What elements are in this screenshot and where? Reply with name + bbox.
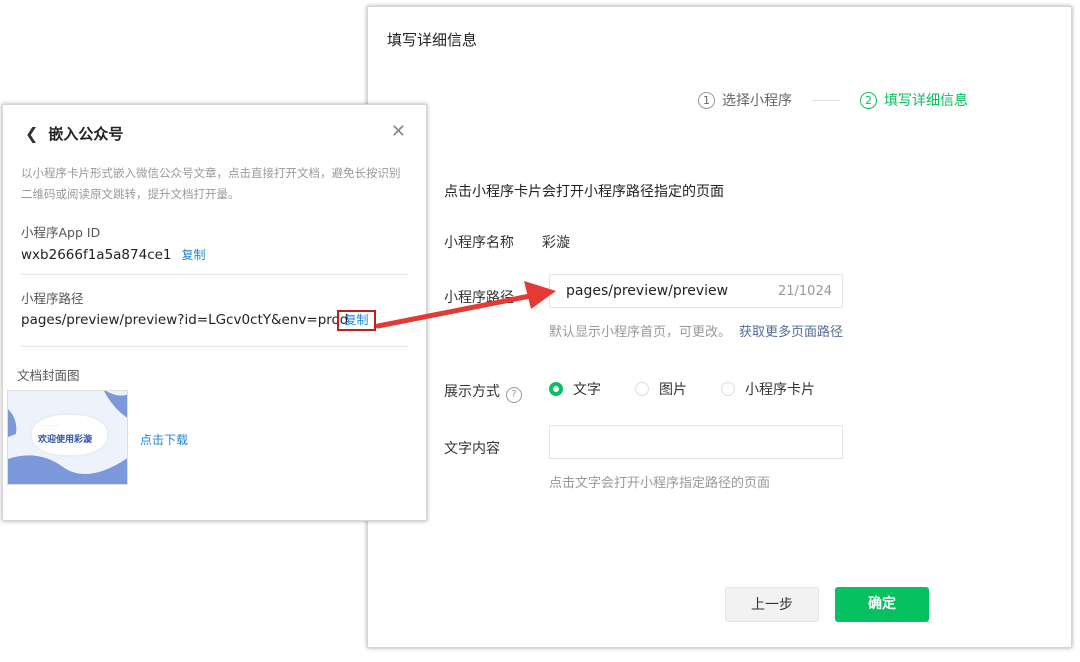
path-hint-text: 默认显示小程序首页，可更改。 xyxy=(549,325,732,340)
close-icon[interactable]: ✕ xyxy=(391,121,406,142)
copy-path-button[interactable]: 复制 xyxy=(337,310,376,331)
appid-row: wxb2666f1a5a874ce1 复制 xyxy=(21,246,206,263)
text-content-label: 文字内容 xyxy=(444,441,500,457)
display-mode-label: 展示方式? xyxy=(444,381,522,403)
miniprogram-path-input[interactable]: pages/preview/preview 21/1024 xyxy=(549,274,843,308)
confirm-button[interactable]: 确定 xyxy=(835,587,929,622)
radio-circle-checked xyxy=(549,382,563,396)
text-content-input[interactable] xyxy=(549,425,843,459)
chevron-left-icon[interactable]: ❮ xyxy=(25,124,38,143)
miniprogram-name-value: 彩漩 xyxy=(542,235,570,251)
radio-card-label: 小程序卡片 xyxy=(745,382,815,398)
radio-text-label: 文字 xyxy=(573,382,601,398)
path-value: pages/preview/preview?id=LGcv0ctY&env=pr… xyxy=(21,312,349,328)
radio-card[interactable]: 小程序卡片 xyxy=(721,379,815,399)
step-label-1: 选择小程序 xyxy=(722,93,792,109)
copy-appid-button[interactable]: 复制 xyxy=(182,248,206,262)
card-description: 点击小程序卡片会打开小程序路径指定的页面 xyxy=(444,184,724,200)
step-number-2: 2 xyxy=(860,91,877,109)
cover-title: 欢迎使用彩漩 xyxy=(38,435,93,445)
detail-dialog: 填写详细信息 1 选择小程序 2 填写详细信息 点击小程序卡片会打开小程序路径指… xyxy=(367,6,1072,648)
path-hint: 默认显示小程序首页，可更改。 获取更多页面路径 xyxy=(549,321,843,340)
path-input-value: pages/preview/preview xyxy=(566,283,729,299)
panel-title: 嵌入公众号 xyxy=(48,125,124,143)
step-2: 2 填写详细信息 xyxy=(860,90,968,110)
step-number-1: 1 xyxy=(698,91,715,109)
display-mode-text: 展示方式 xyxy=(444,384,500,400)
step-indicator: 1 选择小程序 2 填写详细信息 xyxy=(698,89,968,111)
divider xyxy=(21,274,409,275)
radio-circle xyxy=(635,382,649,396)
cover-image: · · · · · · · · · 欢迎使用彩漩 xyxy=(7,390,128,485)
download-cover-link[interactable]: 点击下载 xyxy=(140,431,188,448)
divider xyxy=(21,346,409,347)
radio-image[interactable]: 图片 xyxy=(635,379,687,399)
cover-label: 文档封面图 xyxy=(17,368,80,383)
path-label: 小程序路径 xyxy=(21,291,84,306)
miniprogram-path-label: 小程序路径 xyxy=(444,290,514,306)
panel-description: 以小程序卡片形式嵌入微信公众号文章，点击直接打开文档，避免长按识别二维码或阅读原… xyxy=(21,166,401,201)
question-circle-icon[interactable]: ? xyxy=(506,387,522,403)
cover-subtitle-graphic: · · · · · · · · · xyxy=(38,423,60,428)
radio-image-label: 图片 xyxy=(659,382,687,398)
step-label-2: 填写详细信息 xyxy=(884,93,968,109)
prev-step-button[interactable]: 上一步 xyxy=(725,587,819,622)
appid-label: 小程序App ID xyxy=(21,225,101,240)
radio-text[interactable]: 文字 xyxy=(549,379,601,399)
step-1: 1 选择小程序 xyxy=(698,90,792,110)
display-mode-radio-group: 文字 图片 小程序卡片 xyxy=(549,379,849,399)
radio-circle xyxy=(721,382,735,396)
path-char-count: 21/1024 xyxy=(777,283,832,299)
appid-value: wxb2666f1a5a874ce1 xyxy=(21,247,172,263)
more-paths-link[interactable]: 获取更多页面路径 xyxy=(739,325,843,340)
panel-header: ❮ 嵌入公众号 xyxy=(25,123,123,144)
miniprogram-name-label: 小程序名称 xyxy=(444,235,514,251)
embed-official-account-panel: ❮ 嵌入公众号 ✕ 以小程序卡片形式嵌入微信公众号文章，点击直接打开文档，避免长… xyxy=(2,104,427,521)
text-content-hint: 点击文字会打开小程序指定路径的页面 xyxy=(549,476,771,491)
step-connector xyxy=(812,99,840,101)
dialog-title: 填写详细信息 xyxy=(387,31,478,49)
